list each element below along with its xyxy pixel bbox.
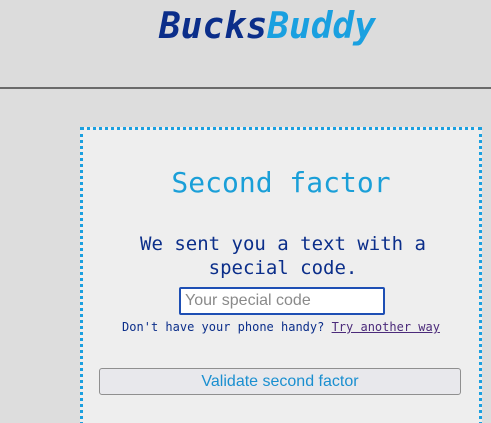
page-header: BucksBuddy [0, 0, 491, 89]
page-title: Second factor [171, 166, 391, 199]
second-factor-card: Second factor We sent you a text with a … [80, 127, 482, 423]
logo-text-buddy: Buddy [267, 6, 376, 47]
special-code-input[interactable] [179, 287, 385, 315]
alternative-method-prompt: Don't have your phone handy? [122, 320, 325, 334]
try-another-way-link[interactable]: Try another way [332, 320, 440, 334]
alternative-method-line: Don't have your phone handy? Try another… [83, 319, 479, 335]
bucksbuddy-logo: BucksBuddy [159, 6, 376, 48]
validate-second-factor-button[interactable]: Validate second factor [99, 368, 461, 395]
logo-text-bucks: Bucks [159, 6, 268, 47]
sms-sent-message: We sent you a text with a special code. [140, 233, 426, 279]
